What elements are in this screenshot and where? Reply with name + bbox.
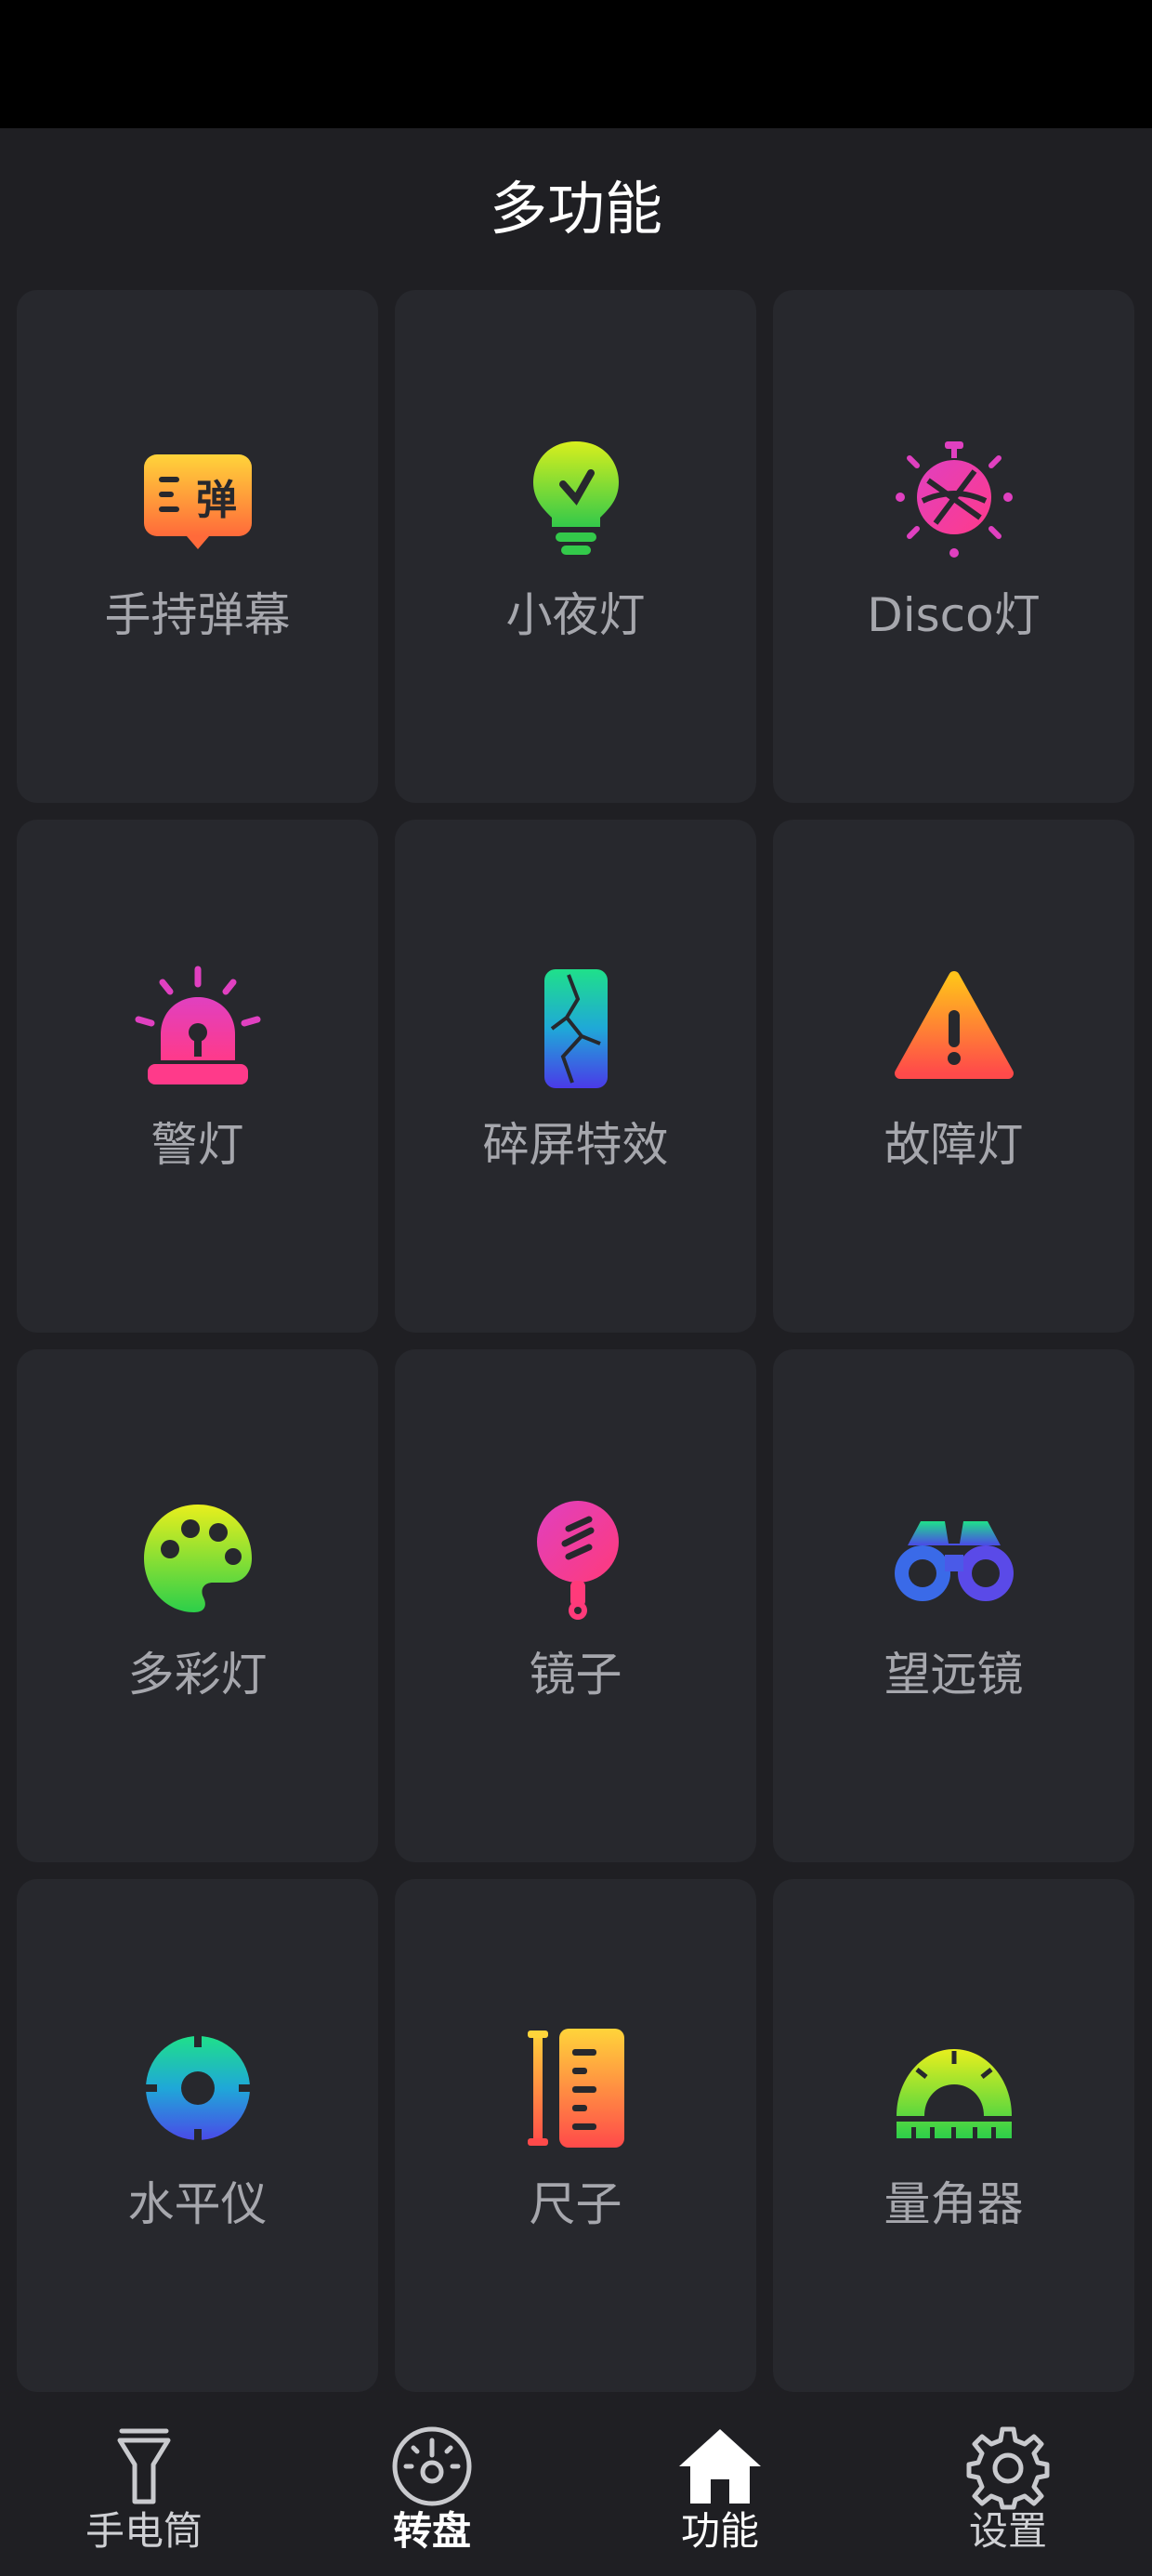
- nav-label: 手电筒: [85, 2508, 203, 2554]
- tile-label: 望远镜: [884, 1648, 1024, 1702]
- police-siren-icon: [133, 964, 263, 1094]
- nav-item-dial[interactable]: 转盘: [288, 2396, 576, 2576]
- tile-protractor[interactable]: 量角器: [773, 1879, 1134, 2392]
- gear-icon: [963, 2422, 1053, 2511]
- tile-disco[interactable]: Disco灯: [773, 290, 1134, 803]
- tile-label: 警灯: [151, 1118, 244, 1172]
- tile-level[interactable]: 水平仪: [17, 1879, 378, 2392]
- svg-text:弹: 弹: [196, 477, 237, 524]
- tile-label: 手持弹幕: [104, 588, 291, 642]
- tile-colorful-light[interactable]: 多彩灯: [17, 1349, 378, 1862]
- nav-label: 功能: [680, 2508, 759, 2554]
- tile-mirror[interactable]: 镜子: [395, 1349, 756, 1862]
- cracked-screen-icon: [511, 964, 641, 1094]
- ruler-icon: [511, 2023, 641, 2153]
- tile-police-light[interactable]: 警灯: [17, 820, 378, 1333]
- tile-label: 尺子: [529, 2177, 622, 2231]
- tile-binoculars[interactable]: 望远镜: [773, 1349, 1134, 1862]
- level-gauge-icon: [133, 2023, 263, 2153]
- nav-label: 转盘: [392, 2508, 471, 2554]
- tile-label: 镜子: [529, 1648, 622, 1702]
- page-title: 多功能: [489, 175, 662, 243]
- tile-barrage[interactable]: 弹 手持弹幕: [17, 290, 378, 803]
- night-light-bulb-icon: [511, 434, 641, 564]
- feature-grid: 弹 手持弹幕 小夜灯 Disco灯 警灯 碎屏特效 故障灯 多彩灯 镜子 望远镜…: [17, 290, 1135, 2392]
- dial-icon: [387, 2422, 477, 2511]
- tile-cracked-screen[interactable]: 碎屏特效: [395, 820, 756, 1333]
- tile-label: 故障灯: [884, 1118, 1024, 1172]
- nav-item-functions[interactable]: 功能: [576, 2396, 864, 2576]
- nav-item-flashlight[interactable]: 手电筒: [0, 2396, 288, 2576]
- flashlight-icon: [99, 2422, 189, 2511]
- home-icon: [675, 2422, 765, 2511]
- disco-ball-icon: [889, 434, 1019, 564]
- tile-label: 水平仪: [127, 2177, 268, 2231]
- hand-mirror-icon: [511, 1493, 641, 1623]
- status-bar: [0, 0, 1152, 128]
- palette-icon: [133, 1493, 263, 1623]
- barrage-bubble-icon: 弹: [133, 434, 263, 564]
- tile-ruler[interactable]: 尺子: [395, 1879, 756, 2392]
- tile-label: 多彩灯: [127, 1648, 268, 1702]
- tile-label: 小夜灯: [505, 588, 646, 642]
- nav-item-settings[interactable]: 设置: [864, 2396, 1152, 2576]
- tile-label: 量角器: [884, 2177, 1024, 2231]
- tile-label: Disco灯: [867, 588, 1041, 642]
- protractor-icon: [889, 2023, 1019, 2153]
- nav-label: 设置: [968, 2508, 1047, 2554]
- bottom-nav: 手电筒 转盘 功能 设置: [0, 2396, 1152, 2576]
- tile-label: 碎屏特效: [482, 1118, 669, 1172]
- warning-triangle-icon: [889, 964, 1019, 1094]
- binoculars-icon: [889, 1493, 1019, 1623]
- tile-hazard-light[interactable]: 故障灯: [773, 820, 1134, 1333]
- tile-night-light[interactable]: 小夜灯: [395, 290, 756, 803]
